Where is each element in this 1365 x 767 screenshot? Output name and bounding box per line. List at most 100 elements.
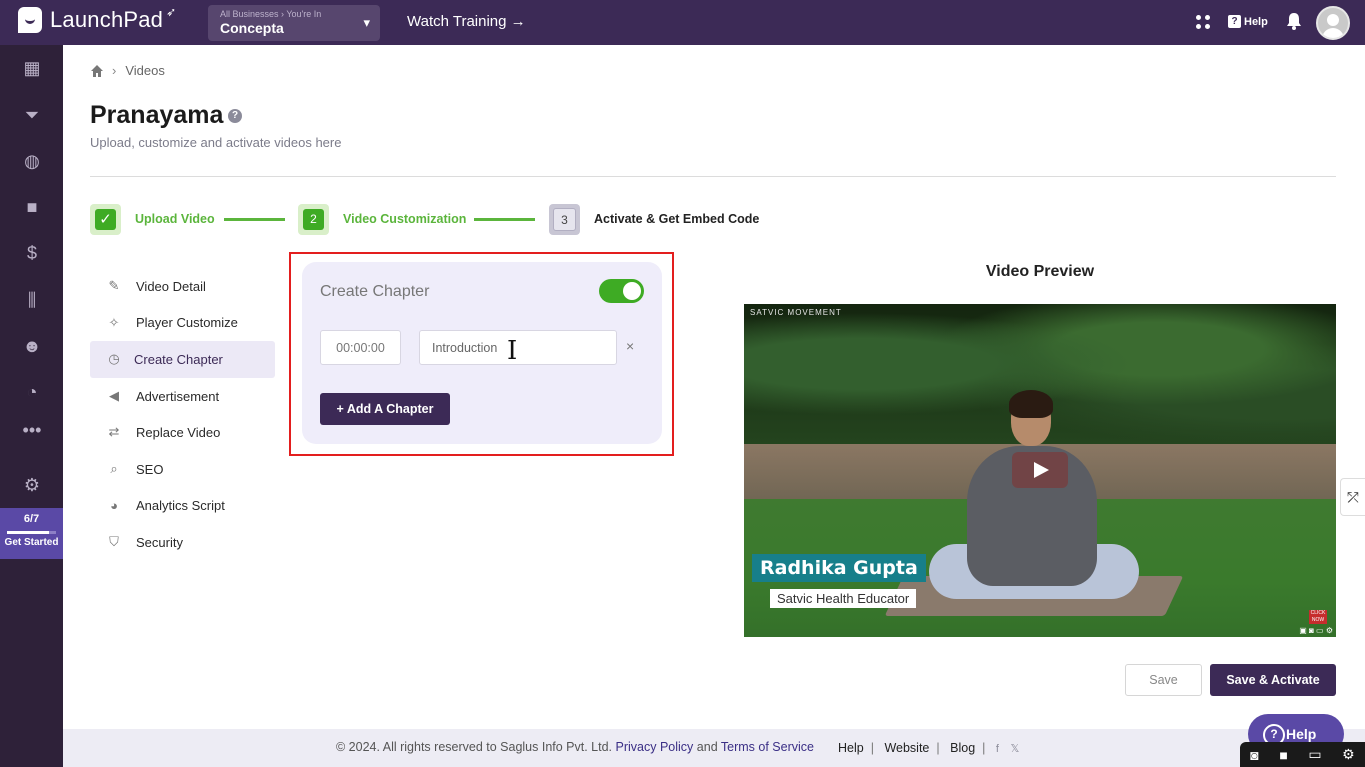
video-icon[interactable]: ■ bbox=[21, 196, 43, 218]
chapter-name-input[interactable] bbox=[419, 330, 617, 365]
dashboard-icon[interactable]: ▦ bbox=[21, 57, 43, 79]
step-2-indicator: 2 bbox=[298, 204, 329, 235]
click-now-badge[interactable]: CLICK NOW bbox=[1309, 610, 1327, 624]
menu-item-label: Replace Video bbox=[136, 425, 221, 441]
get-started-progress[interactable]: 6/7 Get Started bbox=[0, 508, 63, 559]
launchpad-logo[interactable]: LaunchPad ➶ bbox=[18, 5, 177, 33]
menu-item-label: Video Detail bbox=[136, 278, 206, 294]
step-connector bbox=[224, 218, 285, 221]
help-label: Help bbox=[1244, 15, 1268, 28]
chart-pie-icon: ◕ bbox=[110, 497, 118, 513]
bell-icon[interactable] bbox=[1286, 12, 1302, 30]
lower-third-role: Satvic Health Educator bbox=[770, 589, 917, 608]
megaphone-icon: ◀ bbox=[109, 387, 119, 403]
divider bbox=[90, 176, 1336, 177]
menu-item-security[interactable]: ⛉ Security bbox=[90, 524, 275, 561]
screen-recorder-toolbar[interactable]: ◙ ■ ▭ ⚙ bbox=[1240, 742, 1365, 767]
menu-item-label: Create Chapter bbox=[134, 351, 223, 367]
window-icon[interactable]: ▭ bbox=[1308, 746, 1321, 763]
menu-item-label: Security bbox=[136, 534, 183, 550]
gear-icon[interactable]: ⚙ bbox=[1342, 746, 1355, 763]
privacy-policy-link[interactable]: Privacy Policy bbox=[616, 740, 694, 754]
toggle-knob bbox=[623, 282, 641, 300]
footer-website-link[interactable]: Website bbox=[884, 741, 929, 755]
avatar[interactable] bbox=[1316, 6, 1350, 40]
breadcrumb: › Videos bbox=[91, 63, 165, 78]
chapter-card-title: Create Chapter bbox=[320, 283, 430, 300]
rocket-icon: ➶ bbox=[166, 5, 177, 19]
progress-fraction: 6/7 bbox=[23, 513, 40, 525]
menu-item-analytics-script[interactable]: ◕ Analytics Script bbox=[90, 488, 275, 525]
globe-icon[interactable]: ◍ bbox=[21, 150, 43, 172]
main-content: › Videos Pranayama ? Upload, customize a… bbox=[63, 45, 1365, 729]
help-icon: ? bbox=[1228, 15, 1241, 28]
add-chapter-button[interactable]: + Add A Chapter bbox=[320, 393, 450, 425]
text-cursor-icon: I bbox=[507, 336, 518, 366]
chapter-time-input[interactable] bbox=[320, 330, 401, 365]
menu-item-label: Player Customize bbox=[136, 315, 238, 331]
menu-item-label: Analytics Script bbox=[136, 498, 225, 514]
lower-third-name: Radhika Gupta bbox=[752, 554, 926, 582]
page-title: Pranayama bbox=[90, 101, 224, 129]
progress-bar bbox=[7, 531, 56, 534]
remove-chapter-button[interactable]: × bbox=[626, 338, 634, 354]
menu-item-player-customize[interactable]: ✧ Player Customize bbox=[90, 305, 275, 342]
menu-item-seo[interactable]: ⌕ SEO bbox=[90, 451, 275, 488]
apps-grid-icon[interactable] bbox=[1196, 15, 1210, 29]
terms-link[interactable]: Terms of Service bbox=[721, 740, 814, 754]
breadcrumb-separator: › bbox=[112, 63, 117, 78]
menu-item-replace-video[interactable]: ⇄ Replace Video bbox=[90, 414, 275, 451]
chevron-down-icon: ▾ bbox=[363, 15, 370, 30]
page-subtitle: Upload, customize and activate videos he… bbox=[90, 135, 342, 150]
dollar-icon[interactable]: $ bbox=[21, 242, 43, 264]
footer-copyright: © 2024. All rights reserved to Saglus In… bbox=[336, 740, 814, 754]
help-button[interactable]: ? Help bbox=[1228, 15, 1268, 28]
step-1-label[interactable]: Upload Video bbox=[135, 212, 215, 226]
video-camera-icon[interactable]: ■ bbox=[1279, 747, 1287, 763]
video-controls-icon[interactable]: ▣ ◙ ▭ ⚙ bbox=[1284, 626, 1336, 637]
users-icon[interactable]: ☻ bbox=[21, 335, 43, 357]
settings-icon[interactable]: ⚙ bbox=[21, 474, 43, 496]
search-icon: ⌕ bbox=[110, 460, 118, 476]
camera-icon[interactable]: ◙ bbox=[1250, 747, 1258, 763]
menu-item-label: SEO bbox=[136, 461, 164, 477]
wand-icon: ✧ bbox=[108, 314, 120, 330]
video-brand-watermark: SATVIC MOVEMENT bbox=[750, 308, 842, 317]
more-icon[interactable]: ••• bbox=[21, 419, 43, 441]
play-icon[interactable] bbox=[1012, 452, 1068, 488]
save-activate-button[interactable]: Save & Activate bbox=[1210, 664, 1336, 696]
watch-training-link[interactable]: Watch Training → bbox=[407, 13, 526, 30]
business-selector[interactable]: All Businesses › You're In Concepta ▾ bbox=[208, 5, 380, 41]
side-panel-toggle-icon[interactable]: ⤱ bbox=[1340, 478, 1365, 516]
video-preview-player[interactable]: SATVIC MOVEMENT Radhika Gupta Satvic Hea… bbox=[744, 304, 1336, 637]
help-widget-label: Help bbox=[1286, 726, 1317, 742]
analytics-icon[interactable]: ⫼ bbox=[21, 289, 43, 311]
home-icon[interactable] bbox=[91, 64, 103, 77]
stepper: ✓ Upload Video 2 Video Customization 3 A… bbox=[90, 204, 790, 235]
facebook-icon[interactable]: f bbox=[996, 743, 999, 755]
step-3-number: 3 bbox=[553, 208, 576, 231]
x-icon[interactable]: 𝕏 bbox=[1010, 743, 1019, 755]
top-navbar: LaunchPad ➶ All Businesses › You're In C… bbox=[0, 0, 1365, 45]
video-preview-title: Video Preview bbox=[985, 263, 1095, 280]
step-3-label[interactable]: Activate & Get Embed Code bbox=[594, 212, 759, 226]
sidebar: ▦ ⏷ ◍ ■ $ ⫼ ☻ ◔ ••• ⚙ 6/7 Get Started bbox=[0, 45, 63, 767]
menu-item-create-chapter[interactable]: ◷ Create Chapter bbox=[90, 341, 275, 378]
get-started-label: Get Started bbox=[4, 537, 59, 548]
funnel-icon[interactable]: ⏷ bbox=[21, 104, 43, 126]
footer-help-link[interactable]: Help bbox=[838, 741, 864, 755]
step-3-indicator: 3 bbox=[549, 204, 580, 235]
customization-menu: ✎ Video Detail ✧ Player Customize ◷ Create … bbox=[90, 268, 275, 561]
chapter-toggle[interactable] bbox=[599, 279, 644, 303]
gauge-icon[interactable]: ◔ bbox=[21, 381, 43, 403]
menu-item-video-detail[interactable]: ✎ Video Detail bbox=[90, 268, 275, 305]
step-2-label[interactable]: Video Customization bbox=[343, 212, 466, 226]
menu-item-advertisement[interactable]: ◀ Advertisement bbox=[90, 378, 275, 415]
breadcrumb-current[interactable]: Videos bbox=[125, 63, 165, 78]
footer-blog-link[interactable]: Blog bbox=[950, 741, 975, 755]
video-frame-person bbox=[929, 390, 1139, 609]
edit-icon: ✎ bbox=[108, 278, 120, 293]
info-question-icon[interactable]: ? bbox=[228, 109, 242, 123]
save-button[interactable]: Save bbox=[1125, 664, 1202, 696]
timer-icon: ◷ bbox=[108, 351, 120, 367]
